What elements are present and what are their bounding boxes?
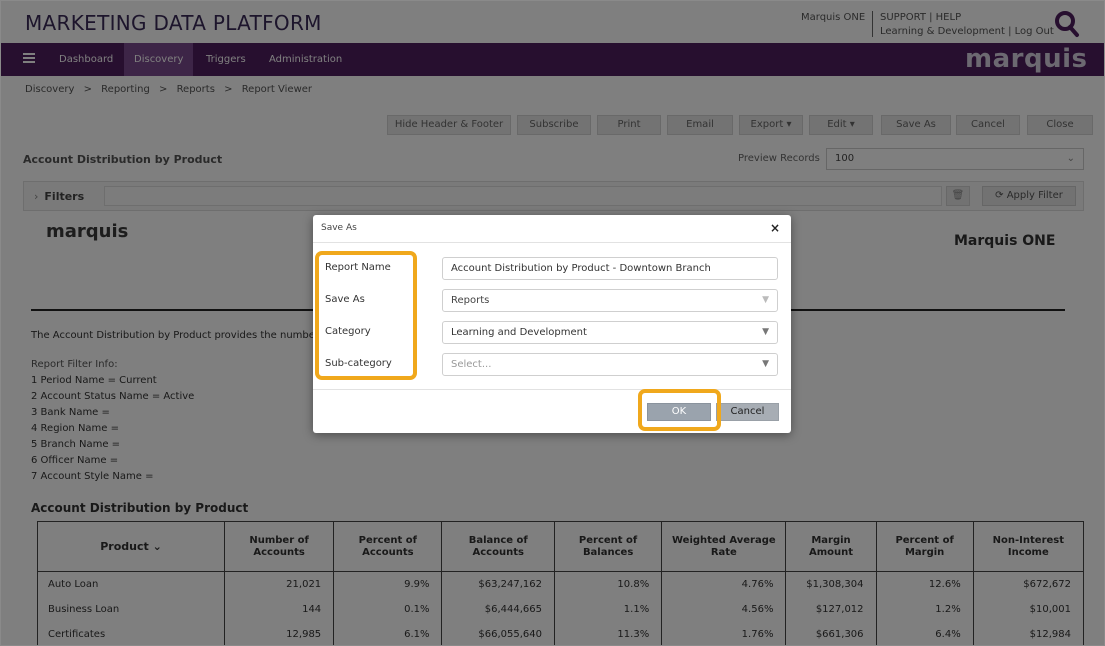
dialog-footer-divider: [313, 389, 791, 390]
report-name-input[interactable]: Account Distribution by Product - Downto…: [442, 257, 778, 280]
ok-button-highlight: [638, 389, 721, 431]
dialog-title: Save As: [321, 223, 357, 233]
chevron-down-icon: ▼: [762, 295, 769, 305]
chevron-down-icon: ▼: [762, 327, 769, 337]
dialog-header: Save As ×: [313, 215, 791, 243]
close-icon[interactable]: ×: [769, 221, 781, 235]
sub-category-placeholder: Select...: [451, 359, 492, 370]
category-select[interactable]: Learning and Development ▼: [442, 321, 778, 344]
labels-highlight: [315, 251, 417, 380]
app-window: MARKETING DATA PLATFORM Marquis ONE SUPP…: [0, 0, 1105, 646]
dialog-cancel-button[interactable]: Cancel: [716, 403, 779, 421]
sub-category-select[interactable]: Select... ▼: [442, 353, 778, 376]
chevron-down-icon: ▼: [762, 359, 769, 369]
save-as-select[interactable]: Reports ▼: [442, 289, 778, 312]
save-as-value: Reports: [451, 295, 490, 306]
category-value: Learning and Development: [451, 327, 587, 338]
